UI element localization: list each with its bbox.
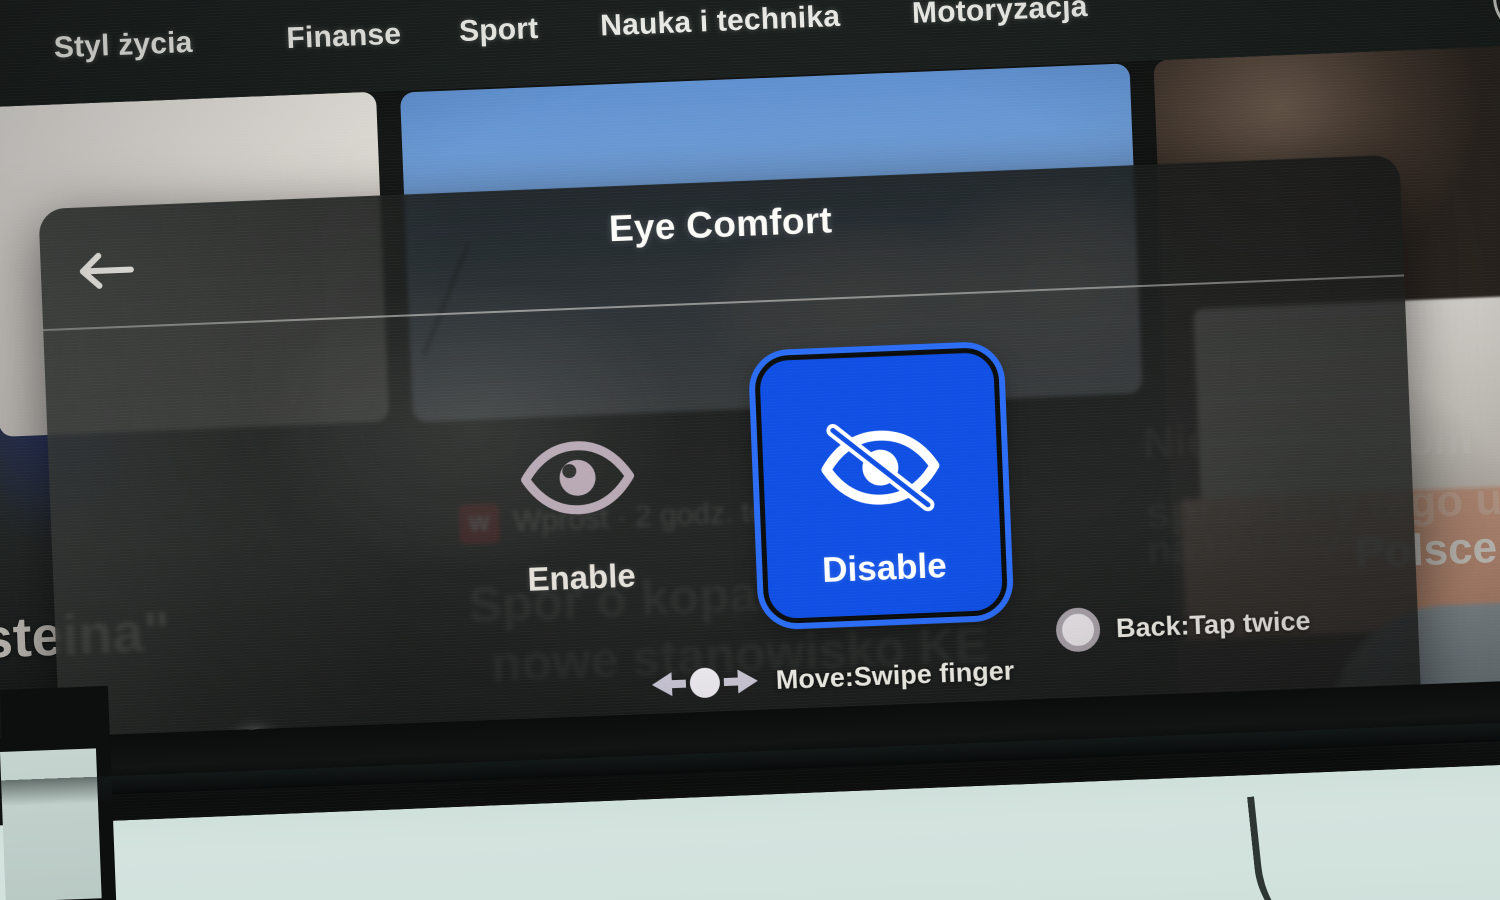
- hint-move: Move:Swipe finger: [649, 650, 1015, 705]
- hint-back: Back:Tap twice: [1055, 599, 1311, 653]
- eye-open-icon: [515, 416, 640, 539]
- option-disable[interactable]: Disable: [753, 346, 1009, 625]
- swipe-left-right-icon: [649, 661, 761, 705]
- nav-item-finanse[interactable]: Finanse: [286, 18, 402, 57]
- screenshot-root: nsteina" W Wprost · 2 godz. temu Spór o …: [0, 0, 1500, 900]
- nav-item-styl-zycia[interactable]: Styl życia: [53, 26, 193, 66]
- pencil-edit-icon[interactable]: [1491, 0, 1500, 37]
- nav-item-motoryzacja[interactable]: Motoryzacja: [911, 0, 1088, 31]
- eye-off-icon: [814, 406, 947, 529]
- hint-label-back: Back:Tap twice: [1115, 605, 1312, 643]
- cable: [1246, 783, 1391, 900]
- nav-item-nauka-i-technika[interactable]: Nauka i technika: [600, 0, 841, 43]
- touch-ring-icon: [1055, 606, 1101, 653]
- option-enable[interactable]: Enable: [455, 394, 701, 601]
- hint-label-move: Move:Swipe finger: [775, 654, 1015, 695]
- nav-item-sport[interactable]: Sport: [458, 12, 539, 49]
- wall-background: [0, 748, 102, 900]
- option-label-enable: Enable: [526, 556, 637, 598]
- option-label-disable: Disable: [821, 546, 948, 591]
